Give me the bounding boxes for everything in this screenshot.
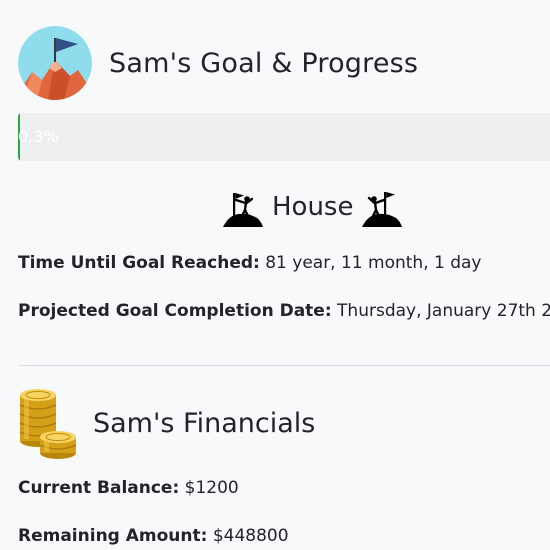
goal-name-row: House — [223, 186, 403, 228]
goal-progress-bar: 0.3% — [18, 113, 550, 161]
climber-flag-icon — [362, 187, 403, 227]
current-balance: Current Balance: $1200 — [18, 478, 239, 498]
climber-flag-icon — [223, 187, 263, 227]
projected-completion-date: Projected Goal Completion Date: Thursday… — [18, 301, 550, 321]
projected-completion-date-label: Projected Goal Completion Date: — [18, 301, 332, 321]
current-balance-value: $1200 — [184, 478, 239, 498]
gold-coins-icon — [18, 385, 78, 461]
current-balance-label: Current Balance: — [18, 478, 180, 498]
goal-title: Sam's Goal & Progress — [109, 47, 419, 79]
goal-progress-label: 0.3% — [18, 127, 59, 146]
remaining-amount-label: Remaining Amount: — [18, 526, 208, 546]
time-until-goal-value: 81 year, 11 month, 1 day — [265, 253, 482, 273]
time-until-goal: Time Until Goal Reached: 81 year, 11 mon… — [18, 253, 482, 273]
financials-header: Sam's Financials — [18, 385, 315, 461]
financials-title: Sam's Financials — [93, 407, 316, 439]
goal-name: House — [272, 192, 354, 222]
mountain-flag-icon — [18, 26, 92, 100]
projected-completion-date-value: Thursday, January 27th 21 — [337, 301, 550, 321]
goal-header: Sam's Goal & Progress — [18, 26, 550, 100]
section-divider — [18, 365, 550, 366]
remaining-amount-value: $448800 — [212, 526, 289, 546]
time-until-goal-label: Time Until Goal Reached: — [18, 253, 260, 273]
remaining-amount: Remaining Amount: $448800 — [18, 526, 289, 546]
